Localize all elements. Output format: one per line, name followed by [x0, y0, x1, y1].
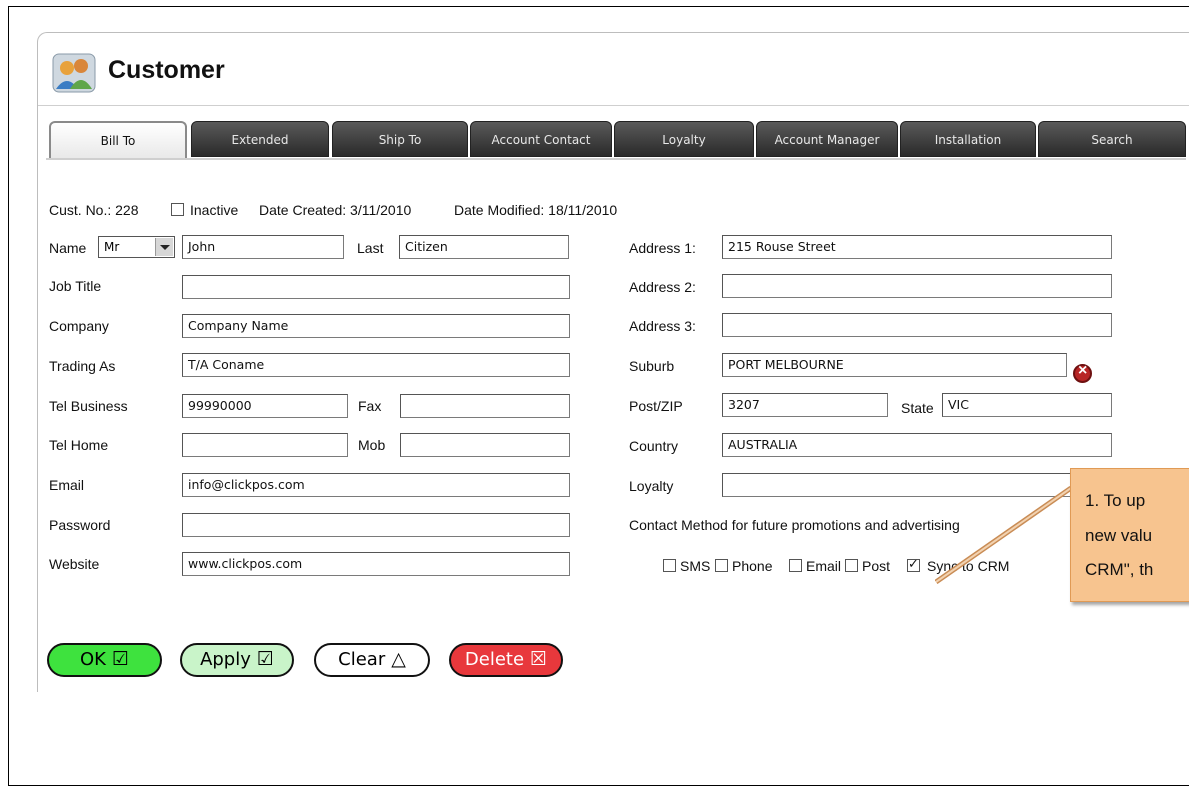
tab-account-manager[interactable]: Account Manager: [756, 121, 898, 157]
delete-button[interactable]: Delete ☒: [449, 643, 563, 677]
state-field[interactable]: VIC: [942, 393, 1112, 417]
checkbox-check-icon: ☑: [111, 648, 130, 670]
customers-people-icon: [52, 53, 96, 93]
password-label: Password: [49, 517, 111, 533]
date-modified: Date Modified: 18/11/2010: [454, 202, 618, 218]
job-title-field[interactable]: [182, 275, 570, 299]
address1-label: Address 1:: [629, 240, 696, 256]
fax-field[interactable]: [400, 394, 570, 418]
phone-label: Phone: [732, 558, 773, 574]
country-field[interactable]: AUSTRALIA: [722, 433, 1112, 457]
suburb-label: Suburb: [629, 358, 675, 374]
chevron-down-icon[interactable]: [155, 238, 173, 256]
mob-label: Mob: [358, 437, 386, 453]
postzip-label: Post/ZIP: [629, 398, 683, 414]
sms-checkbox[interactable]: [663, 559, 676, 572]
tab-extended[interactable]: Extended: [191, 121, 329, 157]
tab-underline: [46, 158, 1186, 160]
ok-button-label: OK: [79, 649, 106, 670]
customer-number: Cust. No.: 228: [49, 202, 139, 218]
email-field[interactable]: info@clickpos.com: [182, 473, 570, 497]
trading-as-label: Trading As: [49, 358, 116, 374]
website-label: Website: [49, 556, 100, 572]
tab-ship-to[interactable]: Ship To: [332, 121, 468, 157]
tel-business-field[interactable]: 99990000: [182, 394, 348, 418]
header-divider: [38, 105, 1189, 106]
address2-label: Address 2:: [629, 279, 696, 295]
callout-line-2: new valu: [1085, 526, 1153, 545]
address1-field[interactable]: 215 Rouse Street: [722, 235, 1112, 259]
address3-label: Address 3:: [629, 318, 696, 334]
tab-search[interactable]: Search: [1038, 121, 1186, 157]
postzip-field[interactable]: 3207: [722, 393, 888, 417]
clear-suburb-icon[interactable]: [1073, 362, 1092, 383]
post-checkbox[interactable]: [845, 559, 858, 572]
mob-field[interactable]: [400, 433, 570, 457]
triangle-icon: △: [391, 648, 406, 670]
apply-button[interactable]: Apply ☑: [180, 643, 294, 677]
email-label: Email: [49, 477, 85, 493]
clear-button[interactable]: Clear △: [314, 643, 430, 677]
email-option-label: Email: [806, 558, 842, 574]
checkbox-check-icon: ☑: [256, 648, 274, 670]
page-title: Customer: [108, 56, 225, 84]
last-name-label: Last: [357, 240, 384, 256]
sync-to-crm-checkbox[interactable]: [907, 556, 920, 572]
loyalty-label: Loyalty: [629, 478, 674, 494]
job-title-label: Job Title: [49, 278, 102, 294]
tab-loyalty[interactable]: Loyalty: [614, 121, 754, 157]
address3-field[interactable]: [722, 313, 1112, 337]
tel-business-label: Tel Business: [49, 398, 128, 414]
email-checkbox[interactable]: [789, 559, 802, 572]
clear-button-label: Clear: [338, 649, 386, 670]
date-created: Date Created: 3/11/2010: [259, 202, 412, 218]
post-label: Post: [862, 558, 891, 574]
delete-button-label: Delete: [464, 649, 525, 670]
tab-bill-to[interactable]: Bill To: [49, 121, 187, 159]
callout-line-1: 1. To up: [1085, 491, 1146, 510]
address2-field[interactable]: [722, 274, 1112, 298]
tel-home-field[interactable]: [182, 433, 348, 457]
company-field[interactable]: Company Name: [182, 314, 570, 338]
suburb-field[interactable]: PORT MELBOURNE: [722, 353, 1067, 377]
phone-checkbox[interactable]: [715, 559, 728, 572]
tab-account-contact[interactable]: Account Contact: [470, 121, 612, 157]
state-label: State: [901, 400, 934, 416]
apply-button-label: Apply: [200, 649, 251, 670]
contact-method-label: Contact Method for future promotions and…: [629, 517, 960, 533]
loyalty-field[interactable]: [722, 473, 1112, 497]
inactive-checkbox[interactable]: [171, 203, 184, 216]
tel-home-label: Tel Home: [49, 437, 109, 453]
name-label: Name: [49, 240, 87, 256]
inactive-label: Inactive: [190, 202, 239, 218]
tutorial-callout: 1. To up new valu CRM", th: [1070, 468, 1189, 602]
tab-installation[interactable]: Installation: [900, 121, 1036, 157]
first-name-field[interactable]: John: [182, 235, 344, 259]
callout-line-3: CRM", th: [1085, 560, 1154, 579]
sms-label: SMS: [680, 558, 711, 574]
fax-label: Fax: [358, 398, 382, 414]
last-name-field[interactable]: Citizen: [399, 235, 569, 259]
country-label: Country: [629, 438, 679, 454]
trading-as-field[interactable]: T/A Coname: [182, 353, 570, 377]
ok-button[interactable]: OK ☑: [47, 643, 162, 677]
salutation-value: Mr: [104, 240, 120, 254]
salutation-select[interactable]: Mr: [98, 236, 175, 258]
website-field[interactable]: www.clickpos.com: [182, 552, 570, 576]
company-label: Company: [49, 318, 109, 334]
password-field[interactable]: [182, 513, 570, 537]
x-box-icon: ☒: [530, 648, 548, 670]
sync-to-crm-label: Sync to CRM: [927, 558, 1010, 574]
